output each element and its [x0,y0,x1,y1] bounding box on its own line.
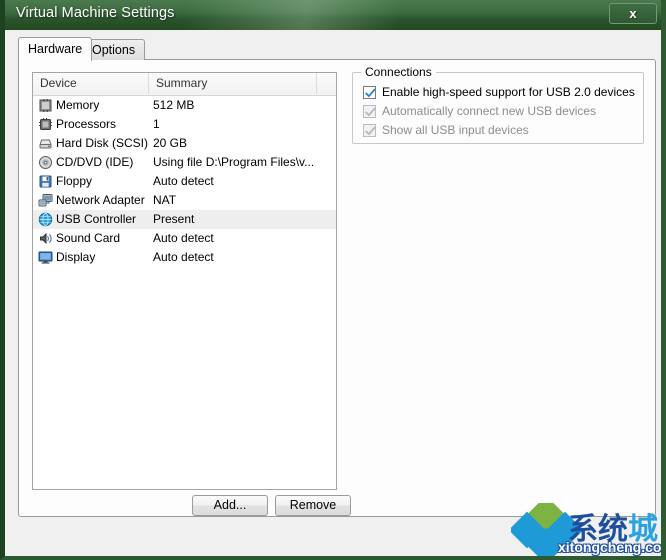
title-bar: Virtual Machine Settings x [5,0,661,30]
tab-hardware[interactable]: Hardware [18,37,93,61]
memory-icon [38,98,53,113]
virtual-machine-settings-dialog: Virtual Machine Settings x Hardware Opti… [0,0,666,560]
window-title: Virtual Machine Settings [16,5,175,21]
close-button[interactable]: x [609,3,657,24]
device-row-floppy[interactable]: Floppy Auto detect [33,172,336,191]
device-summary: Auto detect [153,174,214,188]
add-button[interactable]: Add... [192,495,268,516]
device-list[interactable]: Device Summary Memory 512 MB Processors 1 Ha… [32,72,337,490]
device-list-rows: Memory 512 MB Processors 1 Hard Disk (SCSI) 2… [33,96,336,267]
device-summary: 20 GB [153,136,188,150]
device-name: Hard Disk (SCSI) [56,136,149,150]
display-icon [38,250,53,265]
device-row-memory[interactable]: Memory 512 MB [33,96,336,115]
checkbox-checked-icon [363,124,376,137]
column-header-device[interactable]: Device [33,73,149,94]
device-row-hard-disk-scsi[interactable]: Hard Disk (SCSI) 20 GB [33,134,336,153]
floppy-icon [38,174,53,189]
device-row-display[interactable]: Display Auto detect [33,248,336,267]
device-row-sound-card[interactable]: Sound Card Auto detect [33,229,336,248]
remove-button[interactable]: Remove [275,495,351,516]
close-icon: x [629,6,637,21]
connection-option-label: Show all USB input devices [382,123,529,137]
device-summary: NAT [153,193,177,207]
device-name: Display [56,250,96,264]
column-header-extra[interactable] [317,73,336,94]
checkbox-checked-icon[interactable] [363,86,376,99]
connections-legend: Connections [361,65,436,79]
cd-dvd-icon [38,155,53,170]
device-name: Processors [56,117,117,131]
device-name: Sound Card [56,231,121,245]
device-name: Memory [56,98,100,112]
network-adapter-icon [38,193,53,208]
device-name: USB Controller [56,212,137,226]
hard-disk-icon [38,136,53,151]
connection-option-label: Enable high-speed support for USB 2.0 de… [382,85,635,99]
device-name: CD/DVD (IDE) [56,155,134,169]
device-row-cd-dvd-ide[interactable]: CD/DVD (IDE) Using file D:\Program Files\… [33,153,336,172]
dialog-body: Hardware Options Device Summary Memory 51… [5,30,661,556]
device-summary: Auto detect [153,231,214,245]
column-header-summary[interactable]: Summary [149,73,317,94]
connection-option-label: Automatically connect new USB devices [382,104,597,118]
processor-icon [38,117,53,132]
hardware-tab-panel: Device Summary Memory 512 MB Processors 1 Ha… [18,59,656,517]
device-row-processors[interactable]: Processors 1 [33,115,336,134]
device-row-network-adapter[interactable]: Network Adapter NAT [33,191,336,210]
device-summary: 1 [153,117,160,131]
device-summary: Auto detect [153,250,214,264]
checkbox-checked-icon [363,105,376,118]
device-name: Floppy [56,174,93,188]
device-summary: Using file D:\Program Files\v... [153,155,315,169]
device-list-header: Device Summary [33,73,336,96]
device-summary: 512 MB [153,98,195,112]
device-summary: Present [153,212,195,226]
device-row-usb-controller[interactable]: USB Controller Present [33,210,336,229]
connections-group: Connections Enable high-speed support fo… [352,65,644,144]
device-name: Network Adapter [56,193,145,207]
sound-card-icon [38,231,53,246]
usb-controller-icon [38,212,53,227]
